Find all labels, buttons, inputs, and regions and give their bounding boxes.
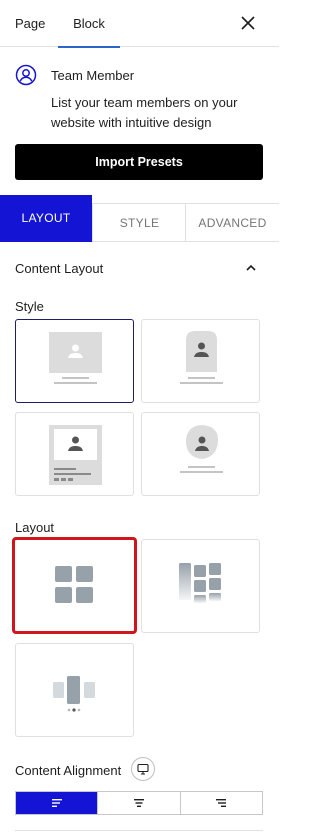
chevron-up-icon[interactable] [245,261,257,273]
style-option-4[interactable] [141,412,260,496]
align-center-button[interactable] [98,792,181,814]
block-description: List your team members on your website w… [51,95,238,130]
tab-style[interactable]: STYLE [92,203,186,242]
style-option-2[interactable] [141,319,260,403]
style-option-3[interactable] [15,412,134,496]
content-alignment-label: Content Alignment [15,763,122,778]
tab-block[interactable]: Block [58,0,120,48]
style-option-1[interactable] [15,319,134,403]
align-right-icon [216,799,227,807]
tab-page[interactable]: Page [15,0,45,47]
divider [15,830,263,831]
close-icon[interactable] [239,14,257,32]
content-alignment-group [15,791,263,815]
layout-option-masonry[interactable] [141,539,260,633]
block-title: Team Member [51,68,135,83]
layout-option-grid[interactable] [12,537,137,634]
sidebar-tabs: Page Block [0,0,279,48]
layout-label: Layout [15,520,55,535]
tab-advanced[interactable]: ADVANCED [185,203,279,242]
align-left-icon [51,799,62,807]
import-presets-button[interactable]: Import Presets [15,144,263,180]
layout-option-carousel[interactable] [15,643,134,737]
align-left-button[interactable] [16,792,99,814]
tab-layout[interactable]: LAYOUT [0,195,92,242]
user-circle-icon [15,64,37,86]
monitor-icon[interactable] [131,757,155,781]
align-right-button[interactable] [180,792,262,814]
style-label: Style [15,299,44,314]
panel-title[interactable]: Content Layout [15,261,103,276]
section-tabs: LAYOUT STYLE ADVANCED [0,195,279,242]
align-center-icon [133,799,144,807]
